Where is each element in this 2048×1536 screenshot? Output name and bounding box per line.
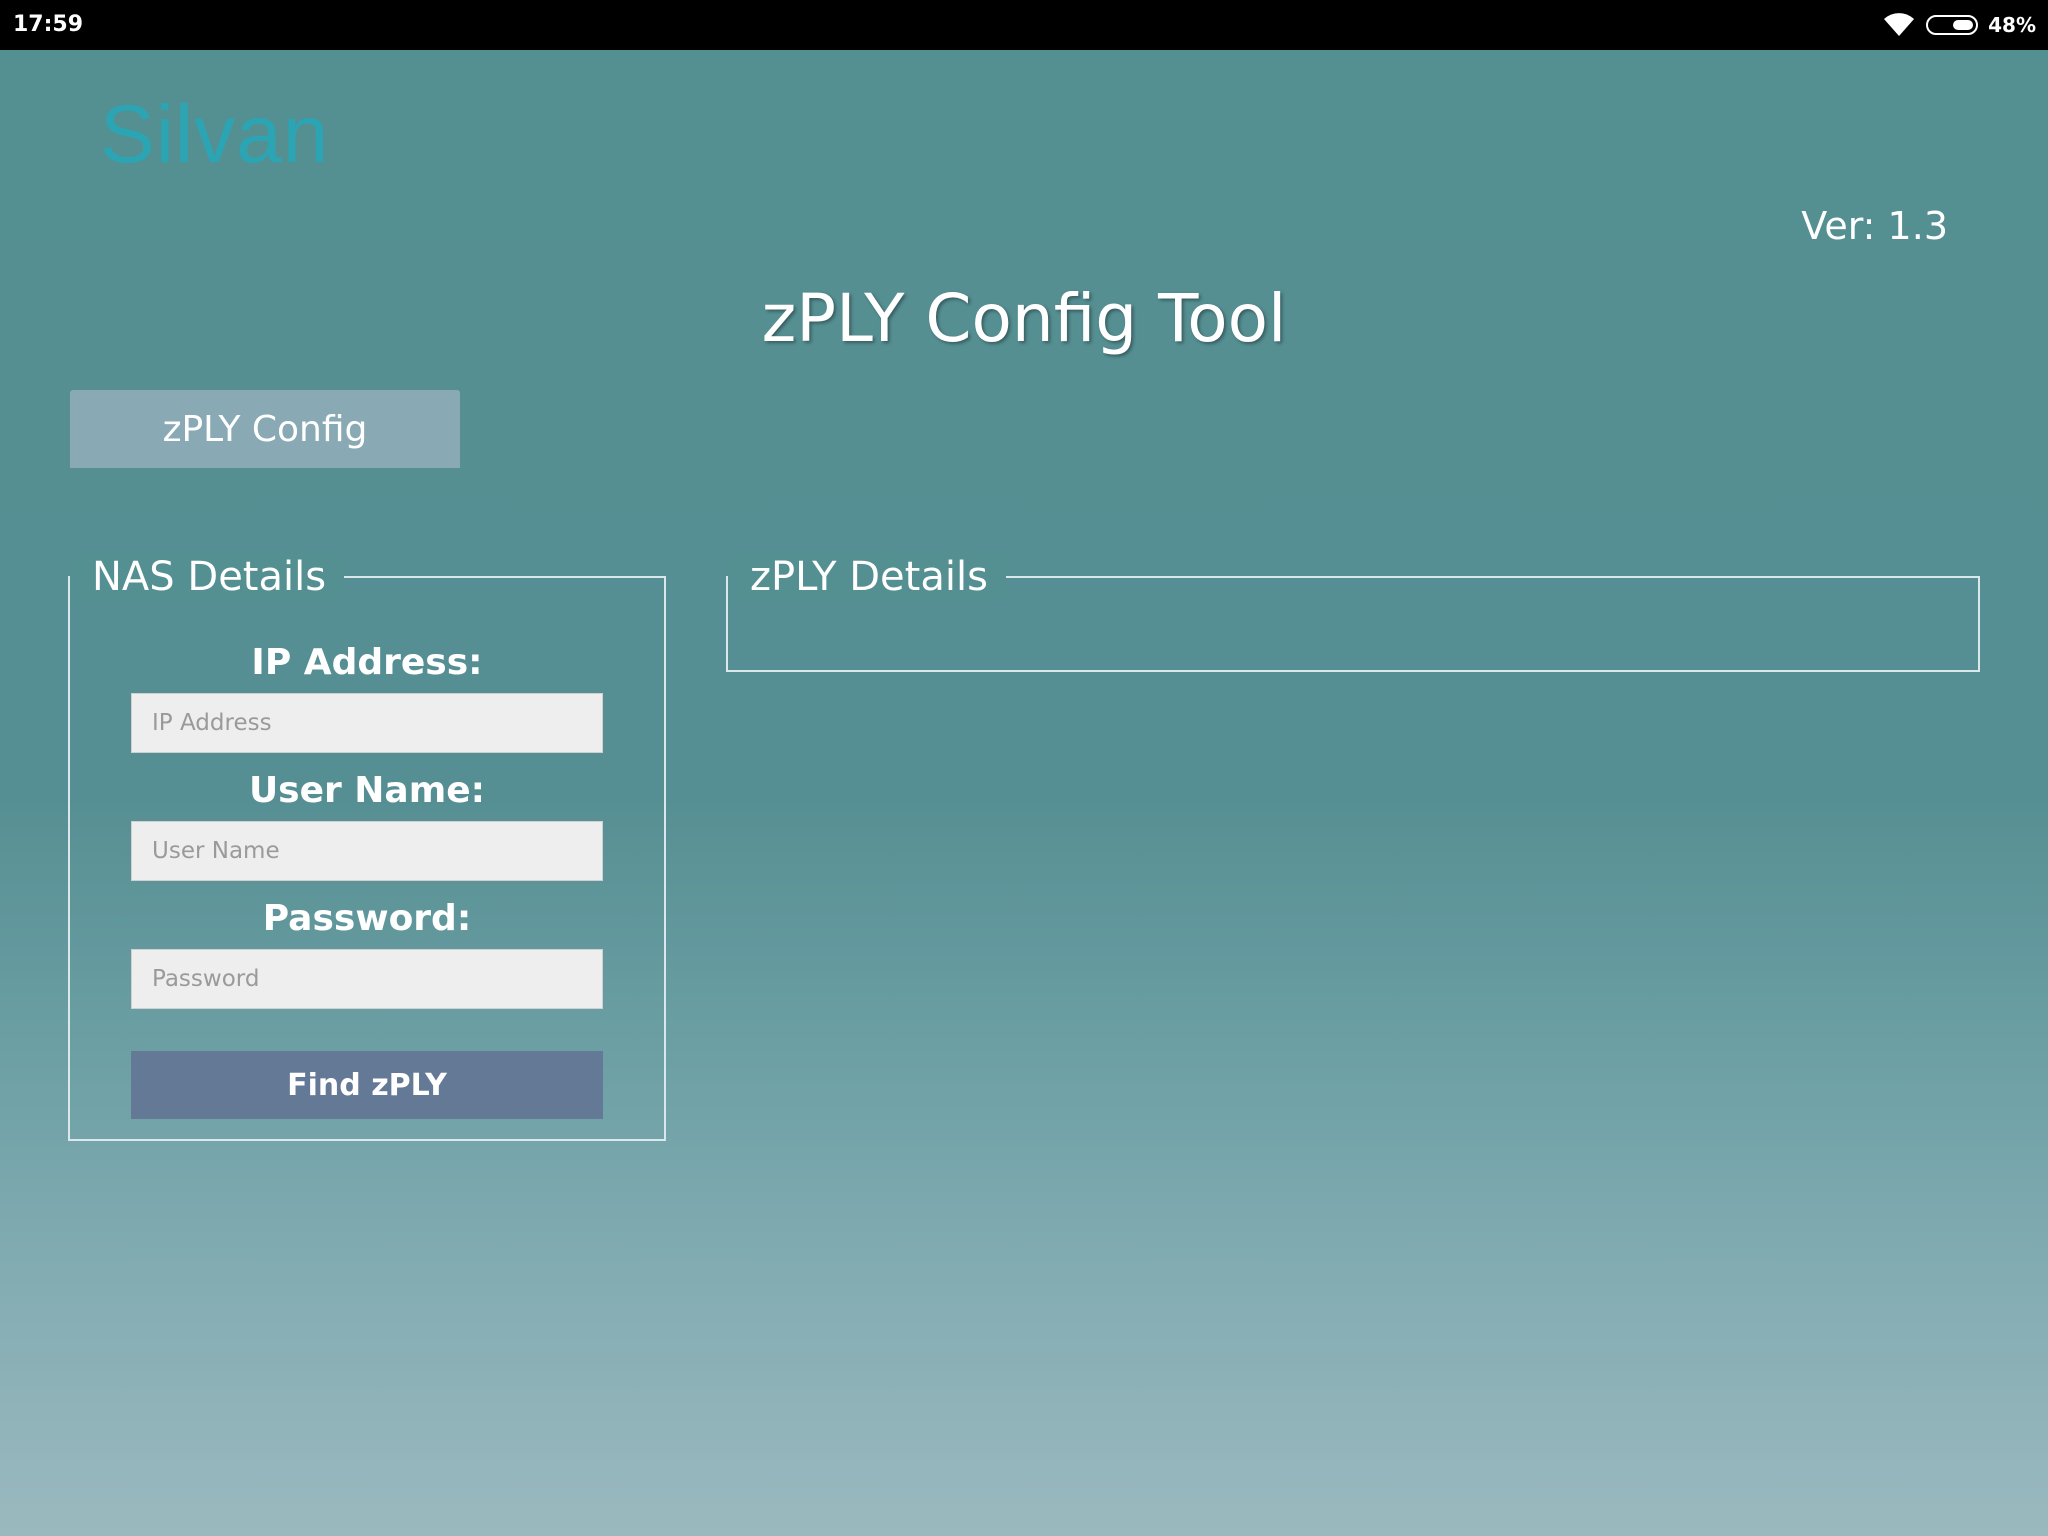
- status-bar: 17:59 48%: [0, 0, 2048, 50]
- battery-level-fill: [1953, 20, 1974, 30]
- zply-details-legend: zPLY Details: [728, 554, 1006, 600]
- find-zply-button[interactable]: Find zPLY: [131, 1051, 603, 1119]
- user-name-label: User Name:: [248, 770, 486, 811]
- silvan-logo: Silvan: [100, 89, 330, 180]
- battery-icon: [1926, 15, 1979, 35]
- zply-details-group: zPLY Details: [726, 554, 1980, 672]
- user-name-input[interactable]: [131, 821, 603, 881]
- wifi-icon: [1882, 12, 1916, 38]
- page-title: zPLY Config Tool: [761, 280, 1287, 357]
- ip-address-input[interactable]: [131, 693, 603, 753]
- status-time: 17:59: [13, 12, 84, 37]
- nas-details-group: NAS Details IP Address: User Name: Passw…: [68, 554, 666, 1141]
- status-icons: 48%: [1882, 10, 2036, 40]
- password-input[interactable]: [131, 949, 603, 1009]
- battery-percent: 48%: [1988, 13, 2036, 37]
- nas-details-legend: NAS Details: [70, 554, 345, 600]
- password-label: Password:: [262, 898, 472, 939]
- ip-address-label: IP Address:: [251, 642, 483, 683]
- version-label: Ver: 1.3: [1801, 204, 1948, 248]
- tab-zply-config[interactable]: zPLY Config: [70, 390, 460, 468]
